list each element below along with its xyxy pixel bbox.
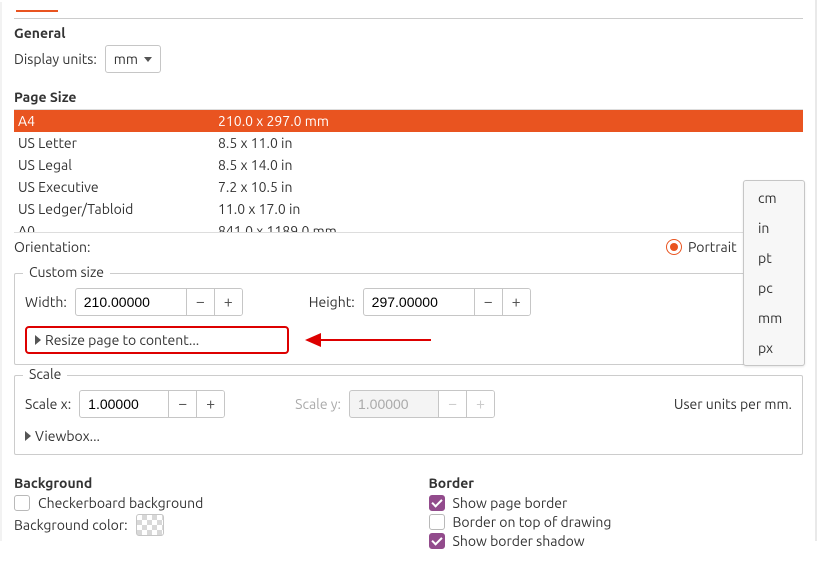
units-option-pc[interactable]: pc — [744, 273, 804, 303]
active-tab-underline — [16, 10, 58, 12]
checkbox-unchecked-icon — [429, 514, 445, 530]
arrow-head-icon — [305, 333, 321, 347]
separator — [14, 18, 803, 19]
show-page-border-checkbox-row[interactable]: Show page border — [429, 495, 804, 511]
height-increment-button[interactable]: + — [502, 288, 530, 316]
page-size-row-us-legal[interactable]: US Legal 8.5 x 14.0 in — [14, 154, 803, 176]
orientation-label: Orientation: — [14, 239, 666, 255]
general-title: General — [14, 25, 803, 41]
arrow-line — [321, 339, 431, 341]
height-input[interactable] — [364, 290, 474, 314]
user-units-label: User units per mm. — [674, 396, 792, 412]
width-increment-button[interactable]: + — [214, 288, 242, 316]
checkerboard-checkbox-row[interactable]: Checkerboard background — [14, 495, 389, 511]
border-on-top-checkbox-row[interactable]: Border on top of drawing — [429, 514, 804, 530]
checkbox-checked-icon — [429, 533, 445, 549]
page-size-row-us-executive[interactable]: US Executive 7.2 x 10.5 in — [14, 176, 803, 198]
scale-legend: Scale — [23, 366, 67, 382]
orientation-portrait[interactable]: Portrait — [666, 239, 737, 255]
checkbox-checked-icon — [429, 495, 445, 511]
height-label: Height: — [309, 294, 355, 310]
custom-size-legend: Custom size — [23, 264, 110, 280]
scale-fieldset: Scale Scale x: − + Scale y: − + User u — [14, 375, 803, 455]
scale-y-spinner: − + — [349, 390, 495, 418]
page-size-row-us-ledger[interactable]: US Ledger/Tabloid 11.0 x 17.0 in — [14, 198, 803, 220]
display-units-value: mm — [114, 51, 138, 67]
background-title: Background — [14, 475, 389, 491]
units-option-in[interactable]: in — [744, 213, 804, 243]
scale-x-decrement-button[interactable]: − — [168, 390, 196, 418]
annotation-arrow — [305, 333, 431, 347]
page-size-row-a4[interactable]: A4 210.0 x 297.0 mm — [14, 110, 803, 132]
units-option-cm[interactable]: cm — [744, 183, 804, 213]
scale-x-increment-button[interactable]: + — [196, 390, 224, 418]
show-border-shadow-checkbox-row[interactable]: Show border shadow — [429, 533, 804, 549]
scale-y-label: Scale y: — [295, 396, 341, 412]
radio-checked-icon — [666, 239, 682, 255]
viewbox-expander[interactable]: Viewbox... — [25, 428, 792, 444]
page-size-list[interactable]: A4 210.0 x 297.0 mm US Letter 8.5 x 11.0… — [14, 109, 803, 233]
width-input[interactable] — [76, 290, 186, 314]
page-size-title: Page Size — [14, 89, 803, 105]
height-decrement-button[interactable]: − — [474, 288, 502, 316]
units-option-pt[interactable]: pt — [744, 243, 804, 273]
page-size-row-a0[interactable]: A0 841.0 x 1189.0 mm — [14, 220, 803, 232]
display-units-label: Display units: — [14, 51, 97, 67]
scale-y-decrement-button: − — [438, 390, 466, 418]
scale-x-input[interactable] — [80, 392, 168, 416]
units-option-mm[interactable]: mm — [744, 303, 804, 333]
triangle-right-icon — [25, 431, 31, 441]
page-size-row-us-letter[interactable]: US Letter 8.5 x 11.0 in — [14, 132, 803, 154]
checkbox-unchecked-icon — [14, 495, 30, 511]
width-decrement-button[interactable]: − — [186, 288, 214, 316]
chevron-down-icon — [144, 57, 152, 62]
scale-y-increment-button: + — [466, 390, 494, 418]
display-units-select[interactable]: mm — [105, 45, 161, 73]
width-label: Width: — [25, 294, 67, 310]
width-spinner[interactable]: − + — [75, 288, 243, 316]
triangle-right-icon — [35, 335, 41, 345]
background-color-label: Background color: — [14, 517, 128, 533]
scale-x-label: Scale x: — [25, 396, 71, 412]
units-option-px[interactable]: px — [744, 333, 804, 363]
background-color-swatch[interactable] — [136, 514, 164, 536]
height-spinner[interactable]: − + — [363, 288, 531, 316]
scale-y-input — [350, 392, 438, 416]
resize-page-to-content-button[interactable]: Resize page to content... — [25, 326, 289, 354]
units-dropdown-menu[interactable]: cm in pt pc mm px — [743, 180, 805, 366]
custom-size-fieldset: Custom size Width: − + Height: − + Uni — [14, 273, 803, 365]
border-title: Border — [429, 475, 804, 491]
scale-x-spinner[interactable]: − + — [79, 390, 225, 418]
